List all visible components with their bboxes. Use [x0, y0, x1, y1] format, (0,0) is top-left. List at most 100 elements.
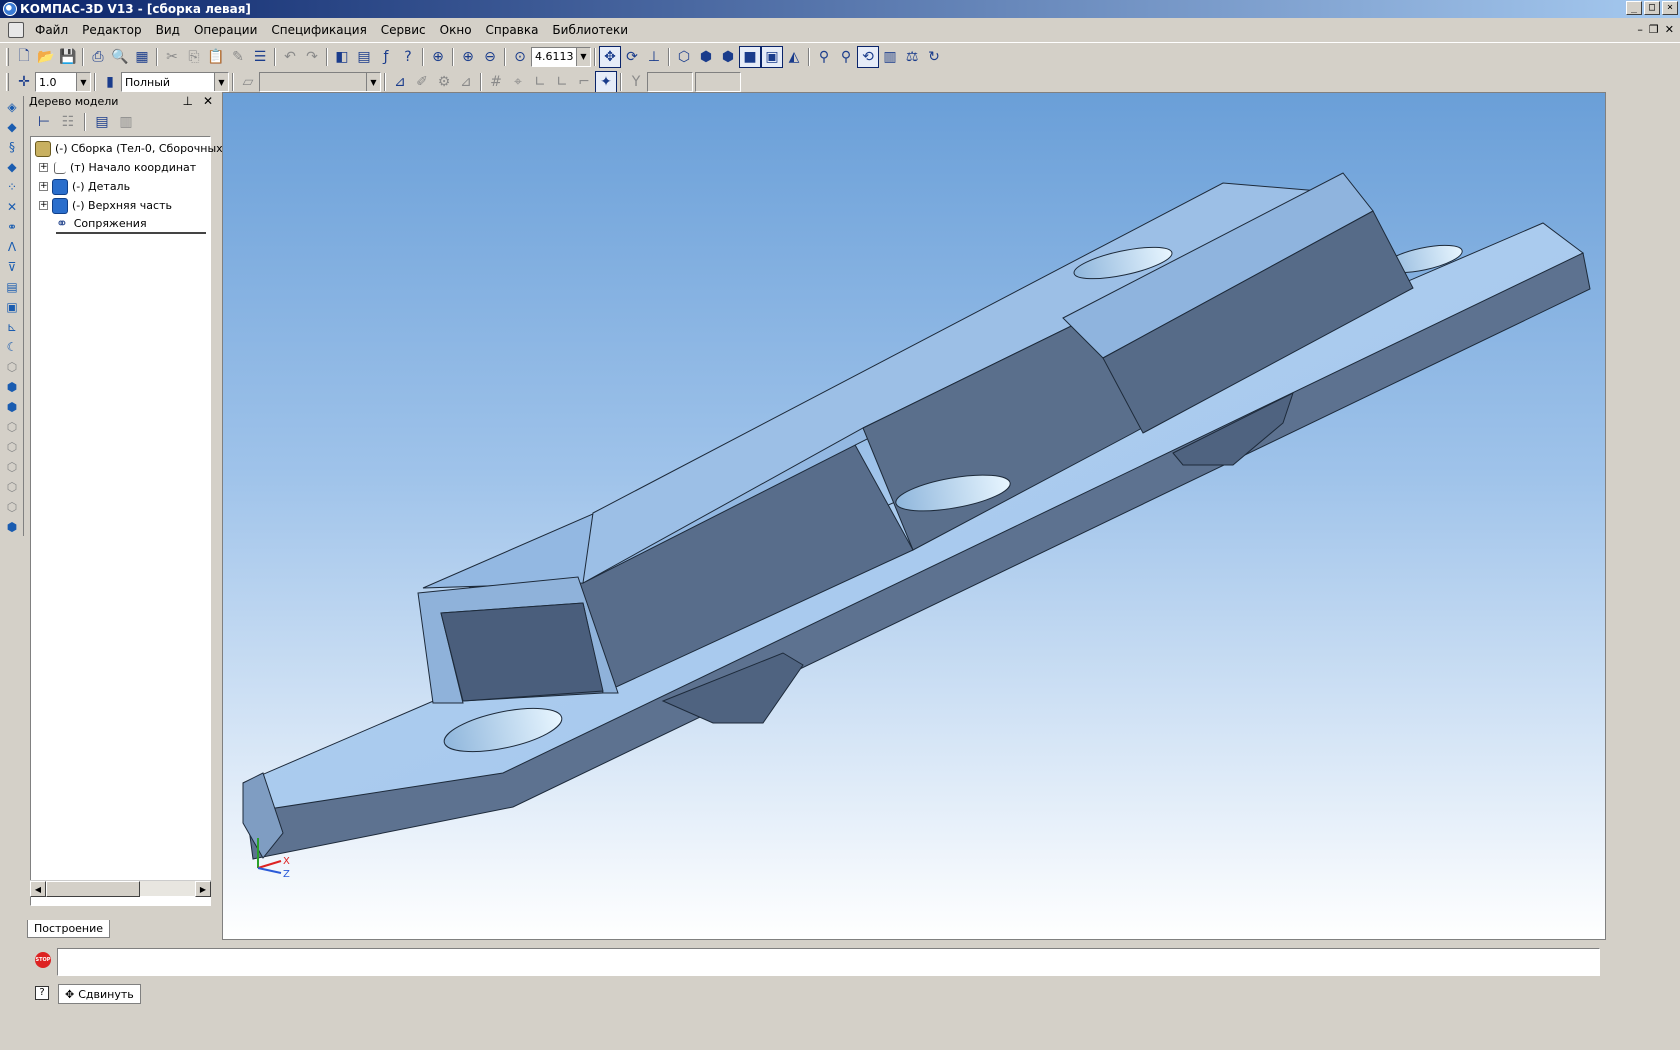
properties-field[interactable] — [57, 948, 1600, 976]
coord-x-field[interactable] — [647, 72, 693, 92]
mass-properties-icon[interactable]: ⚖ — [901, 46, 923, 68]
menu-window[interactable]: Окно — [433, 23, 479, 37]
perspective-icon[interactable]: ◭ — [783, 46, 805, 68]
select-filter-icon[interactable]: ⚲ — [835, 46, 857, 68]
save-icon[interactable]: 💾 — [57, 46, 79, 68]
menu-editor[interactable]: Редактор — [75, 23, 148, 37]
doc-close-icon[interactable]: ✕ — [1665, 23, 1674, 36]
tool-2-icon[interactable]: ⬢ — [2, 377, 22, 396]
mates-icon[interactable]: ⚭ — [2, 217, 22, 236]
doc-minimize-icon[interactable]: – — [1637, 23, 1643, 36]
scroll-left-icon[interactable]: ◀ — [30, 881, 46, 897]
tree-item-origin[interactable]: + (т) Начало координат — [39, 158, 196, 177]
menu-service[interactable]: Сервис — [374, 23, 433, 37]
tool-gray-1-icon[interactable]: ⬡ — [2, 357, 22, 376]
toolbar-grip[interactable] — [6, 47, 9, 66]
surfaces-icon[interactable]: ◆ — [2, 157, 22, 176]
halftone-icon[interactable]: ■ — [739, 45, 761, 68]
document-properties-icon[interactable]: ▦ — [131, 46, 153, 68]
tree-edit-icon[interactable]: ▥ — [115, 111, 137, 133]
filter-icon[interactable]: ⊽ — [2, 257, 22, 276]
specification-icon[interactable]: ☰ — [249, 46, 271, 68]
measure-icon[interactable]: Λ — [2, 237, 22, 256]
context-help-icon[interactable]: ? — [397, 46, 419, 68]
step-combo[interactable]: 1.0 ▼ — [35, 72, 91, 92]
edit-sketch-icon[interactable]: ✐ — [411, 71, 433, 93]
grid-icon[interactable]: # — [485, 71, 507, 93]
local-cs-icon[interactable]: ⌖ — [507, 71, 529, 93]
expand-icon[interactable]: + — [39, 201, 48, 210]
expand-icon[interactable]: + — [39, 163, 48, 172]
tree-item-upper-part[interactable]: + (-) Верхняя часть — [39, 196, 172, 215]
menu-operations[interactable]: Операции — [187, 23, 264, 37]
cut-icon[interactable]: ✂ — [161, 46, 183, 68]
tool-gray-5-icon[interactable]: ⬡ — [2, 437, 22, 456]
layers-icon[interactable]: ◧ — [331, 46, 353, 68]
tool-3-icon[interactable]: ⬢ — [2, 397, 22, 416]
chevron-down-icon[interactable]: ▼ — [76, 73, 90, 91]
zoom-scale-icon[interactable]: ⊙ — [509, 46, 531, 68]
help-icon[interactable]: ? — [35, 986, 49, 1000]
maximize-button[interactable]: □ — [1644, 1, 1660, 15]
print-preview-icon[interactable]: 🔍 — [109, 46, 131, 68]
undo-icon[interactable]: ↶ — [279, 46, 301, 68]
pin-icon[interactable]: ⊥ — [182, 94, 192, 108]
zoom-window-icon[interactable]: ⊕ — [427, 46, 449, 68]
manager-icon[interactable]: ▥ — [879, 46, 901, 68]
toolbar-grip[interactable] — [6, 73, 9, 91]
paste-icon[interactable]: 📋 — [205, 46, 227, 68]
hidden-lines-thin-icon[interactable]: ⬢ — [717, 46, 739, 68]
pan-icon[interactable]: ✥ — [599, 45, 621, 68]
tab-build[interactable]: Построение — [27, 920, 111, 938]
hidden-lines-icon[interactable]: ⬢ — [695, 46, 717, 68]
menu-view[interactable]: Вид — [149, 23, 187, 37]
snap-toggle-icon[interactable]: ✦ — [595, 71, 617, 93]
zoom-out-icon[interactable]: ⊖ — [479, 46, 501, 68]
document-icon[interactable] — [8, 22, 24, 38]
filter-objects-icon[interactable]: ⚲ — [813, 46, 835, 68]
wireframe-icon[interactable]: ⬡ — [673, 46, 695, 68]
tool-9-icon[interactable]: ⬢ — [2, 517, 22, 536]
chevron-down-icon[interactable]: ▼ — [366, 73, 380, 91]
doc-restore-icon[interactable]: ❐ — [1649, 23, 1659, 36]
tree-structure-icon[interactable]: ⊢ — [33, 111, 55, 133]
redo-icon[interactable]: ↷ — [301, 46, 323, 68]
tree-item-detail[interactable]: + (-) Деталь — [39, 177, 130, 196]
sheet-metal-icon[interactable]: ☾ — [2, 337, 22, 356]
plane-combo[interactable]: ▼ — [259, 72, 381, 92]
close-button[interactable]: × — [1662, 1, 1678, 15]
tool-gray-4-icon[interactable]: ⬡ — [2, 417, 22, 436]
scroll-right-icon[interactable]: ▶ — [195, 881, 211, 897]
specification-vert-icon[interactable]: ▤ — [2, 277, 22, 296]
expand-icon[interactable]: + — [39, 182, 48, 191]
axis-icon[interactable]: ∟ — [551, 71, 573, 93]
ortho-icon[interactable]: ∟ — [529, 71, 551, 93]
library-manager-icon[interactable]: ▤ — [353, 46, 375, 68]
arrays-icon[interactable]: ⁘ — [2, 177, 22, 196]
copy-icon[interactable]: ⎘ — [183, 46, 205, 68]
tree-item-mates[interactable]: ⚭ Сопряжения — [56, 215, 206, 234]
auxiliary-geometry-icon[interactable]: ✕ — [2, 197, 22, 216]
solid-ops-icon[interactable]: ◆ — [2, 117, 22, 136]
plane-icon[interactable]: ▱ — [237, 71, 259, 93]
refresh-icon[interactable]: ↻ — [923, 46, 945, 68]
snap-icon[interactable]: ⌐ — [573, 71, 595, 93]
edit-details-icon[interactable]: ◈ — [2, 97, 22, 116]
variables-fx-icon[interactable]: ƒ — [375, 46, 397, 68]
zoom-in-icon[interactable]: ⊕ — [457, 46, 479, 68]
format-painter-icon[interactable]: ✎ — [227, 46, 249, 68]
tree-item-assembly[interactable]: (-) Сборка (Тел-0, Сборочных е — [35, 139, 233, 158]
orientation-icon[interactable]: ⊥ — [643, 46, 665, 68]
edit-in-place-icon[interactable]: ⊿ — [455, 71, 477, 93]
menu-specification[interactable]: Спецификация — [264, 23, 373, 37]
tree-order-icon[interactable]: ☷ — [57, 111, 79, 133]
menu-libraries[interactable]: Библиотеки — [545, 23, 635, 37]
model-viewport[interactable]: X Z — [222, 92, 1606, 940]
chevron-down-icon[interactable]: ▼ — [576, 47, 590, 66]
halftone-edges-icon[interactable]: ▣ — [761, 45, 783, 68]
tree-horizontal-scrollbar[interactable]: ◀ ▶ — [30, 880, 211, 897]
minimize-button[interactable]: _ — [1626, 1, 1642, 15]
display-mode-combo[interactable]: Полный ▼ — [121, 72, 229, 92]
menu-file[interactable]: Файл — [28, 23, 75, 37]
dimensions-icon[interactable]: ⊾ — [2, 317, 22, 336]
